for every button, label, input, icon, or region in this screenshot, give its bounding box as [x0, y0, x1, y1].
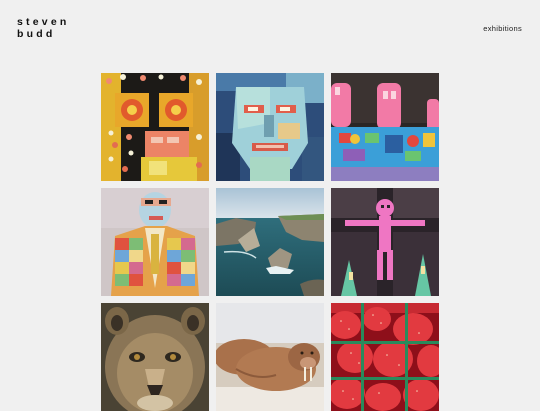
logo-line-1: steven [17, 16, 70, 28]
photo-walruses-image [216, 303, 324, 411]
painting-crucifix-image [331, 188, 439, 296]
gallery-item-photo-lioness[interactable] [101, 303, 209, 411]
photo-lioness-image [101, 303, 209, 411]
nav-exhibitions-link[interactable]: exhibitions [483, 24, 522, 33]
painting-blue-face-image [216, 73, 324, 181]
gallery-grid [101, 73, 439, 411]
gallery-item-painting-patchwork-figure[interactable] [101, 188, 209, 296]
photo-sea-cliffs-image [216, 188, 324, 296]
painting-patchwork-figure-image [101, 188, 209, 296]
gallery-item-painting-pink-figures[interactable] [331, 73, 439, 181]
gallery-item-photo-sea-cliffs[interactable] [216, 188, 324, 296]
gallery-item-painting-blue-face[interactable] [216, 73, 324, 181]
gallery-item-painting-crucifix[interactable] [331, 188, 439, 296]
logo-line-2: budd [17, 28, 56, 40]
photo-strawberries-image [331, 303, 439, 411]
gallery-item-painting-orange-face[interactable] [101, 73, 209, 181]
site-logo[interactable]: steven budd [17, 16, 69, 40]
painting-orange-face-image [101, 73, 209, 181]
gallery-item-photo-strawberries[interactable] [331, 303, 439, 411]
gallery-item-photo-walruses[interactable] [216, 303, 324, 411]
painting-pink-figures-image [331, 73, 439, 181]
